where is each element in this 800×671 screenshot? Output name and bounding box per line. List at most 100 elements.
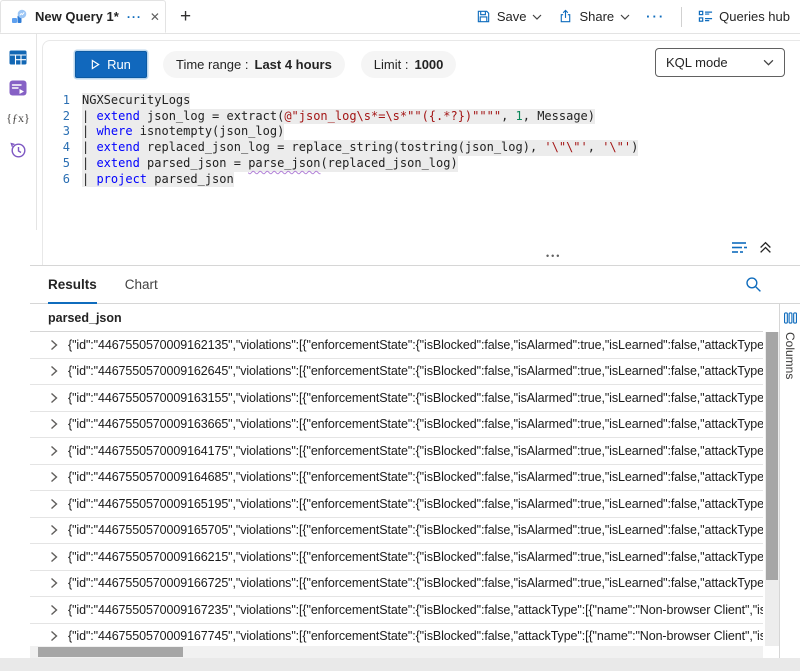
table-row[interactable]: {"id":"4467550570009167235","violations"… [30,597,763,624]
expand-row-icon[interactable] [50,471,58,483]
more-actions-button[interactable]: ··· [646,9,665,24]
expand-row-icon[interactable] [50,551,58,563]
code-line[interactable]: 2 | extend json_log = extract(@"json_log\… [44,109,800,125]
kql-mode-value: KQL mode [666,55,728,70]
table-row[interactable]: {"id":"4467550570009166215","violations"… [30,544,763,571]
expand-row-icon[interactable] [50,365,58,377]
horizontal-scrollbar[interactable] [30,646,763,658]
queries-hub-button[interactable]: Queries hub [698,9,790,24]
row-json-text: {"id":"4467550570009166215","violations"… [68,550,763,564]
table-row[interactable]: {"id":"4467550570009163665","violations"… [30,412,763,439]
columns-panel-label: Columns [783,332,797,379]
table-row[interactable]: {"id":"4467550570009166725","violations"… [30,571,763,598]
row-json-text: {"id":"4467550570009167235","violations"… [68,603,763,617]
functions-icon[interactable]: {ƒx} [6,111,30,126]
row-json-text: {"id":"4467550570009167745","violations"… [68,629,763,643]
results-pane-actions [731,241,772,254]
code-line[interactable]: 4 | extend replaced_json_log = replace_st… [44,140,800,156]
table-row[interactable]: {"id":"4467550570009164685","violations"… [30,465,763,492]
pane-splitter-handle[interactable]: ••• [546,251,561,261]
row-json-text: {"id":"4467550570009165705","violations"… [68,523,763,537]
line-number: 5 [44,156,70,172]
save-icon [476,9,491,24]
table-row[interactable]: {"id":"4467550570009162135","violations"… [30,332,763,359]
time-range-picker[interactable]: Time range : Last 4 hours [163,51,345,78]
expand-row-icon[interactable] [50,445,58,457]
line-number: 2 [44,109,70,125]
format-view-icon[interactable] [731,241,749,254]
toolbar-divider [681,7,682,27]
save-button[interactable]: Save [476,9,543,24]
table-row[interactable]: {"id":"4467550570009162645","violations"… [30,359,763,386]
table-row[interactable]: {"id":"4467550570009164175","violations"… [30,438,763,465]
tab-results[interactable]: Results [48,266,97,304]
play-icon [91,59,100,70]
row-json-text: {"id":"4467550570009162645","violations"… [68,364,763,378]
expand-row-icon[interactable] [50,339,58,351]
expand-row-icon[interactable] [50,604,58,616]
line-number: 4 [44,140,70,156]
horizontal-scrollbar-thumb[interactable] [38,647,183,657]
share-label: Share [579,9,614,24]
grid-column-header[interactable]: parsed_json [30,304,763,332]
expand-row-icon[interactable] [50,392,58,404]
share-icon [558,9,573,24]
table-row[interactable]: {"id":"4467550570009165705","violations"… [30,518,763,545]
expand-row-icon[interactable] [50,498,58,510]
share-chevron-down-icon [620,14,630,20]
kusto-query-app: New Query 1* ··· ✕ + Save Share [0,0,800,671]
row-json-text: {"id":"4467550570009165195","violations"… [68,497,763,511]
share-button[interactable]: Share [558,9,630,24]
code-text: | extend replaced_json_log = replace_str… [82,140,638,156]
expand-row-icon[interactable] [50,524,58,536]
code-text: | extend json_log = extract(@"json_log\s… [82,109,595,125]
column-header-label: parsed_json [48,311,122,325]
columns-panel-tab[interactable]: Columns [779,304,800,658]
run-button[interactable]: Run [75,51,147,78]
tab-close-icon[interactable]: ✕ [150,10,160,24]
code-text: | project parsed_json [82,172,234,188]
vertical-scrollbar[interactable] [765,332,779,646]
code-text: | extend parsed_json = parse_json(replac… [82,156,458,172]
search-icon[interactable] [745,276,762,293]
row-json-text: {"id":"4467550570009163155","violations"… [68,391,763,405]
run-label: Run [107,57,131,72]
table-row[interactable]: {"id":"4467550570009163155","violations"… [30,385,763,412]
query-toolbar: Run Time range : Last 4 hours Limit : 10… [44,48,800,80]
limit-label: Limit : [374,57,409,72]
limit-value: 1000 [414,57,443,72]
row-json-text: {"id":"4467550570009166725","violations"… [68,576,763,590]
results-grid: parsed_json {"id":"4467550570009162135",… [30,304,763,658]
tab-chart[interactable]: Chart [125,266,158,303]
tab-bar: New Query 1* ··· ✕ + Save Share [0,0,800,34]
query-editor[interactable]: 1NGXSecurityLogs 2 | extend json_log = ex… [44,93,800,213]
limit-picker[interactable]: Limit : 1000 [361,51,457,78]
queries-hub-icon [698,9,713,24]
tab-title: New Query 1* [35,9,119,24]
expand-row-icon[interactable] [50,577,58,589]
results-tabs: Results Chart [30,266,800,304]
history-icon[interactable] [9,141,27,159]
table-row[interactable]: {"id":"4467550570009165195","violations"… [30,491,763,518]
tables-icon[interactable] [9,50,27,65]
tab-more-menu[interactable]: ··· [127,10,142,24]
code-line[interactable]: 1NGXSecurityLogs [44,93,800,109]
results-panel: Results Chart parsed_json {"id":"4467550… [30,265,800,658]
saved-queries-icon[interactable] [9,80,27,96]
expand-row-icon[interactable] [50,418,58,430]
kql-mode-chevron-down-icon [763,59,774,66]
collapse-panel-icon[interactable] [759,241,772,254]
code-text: | where isnotempty(json_log) [82,124,284,140]
new-tab-button[interactable]: + [180,0,191,33]
query-tab[interactable]: New Query 1* ··· ✕ [0,0,166,33]
time-range-value: Last 4 hours [255,57,332,72]
kql-mode-select[interactable]: KQL mode [655,48,785,77]
data-explorer-logo-icon [11,9,27,25]
code-line[interactable]: 5 | extend parsed_json = parse_json(repla… [44,156,800,172]
vertical-scrollbar-thumb[interactable] [766,332,778,580]
code-line[interactable]: 3| where isnotempty(json_log) [44,124,800,140]
expand-row-icon[interactable] [50,630,58,642]
code-line[interactable]: 6| project parsed_json [44,172,800,188]
queries-hub-label: Queries hub [719,9,790,24]
save-label: Save [497,9,527,24]
